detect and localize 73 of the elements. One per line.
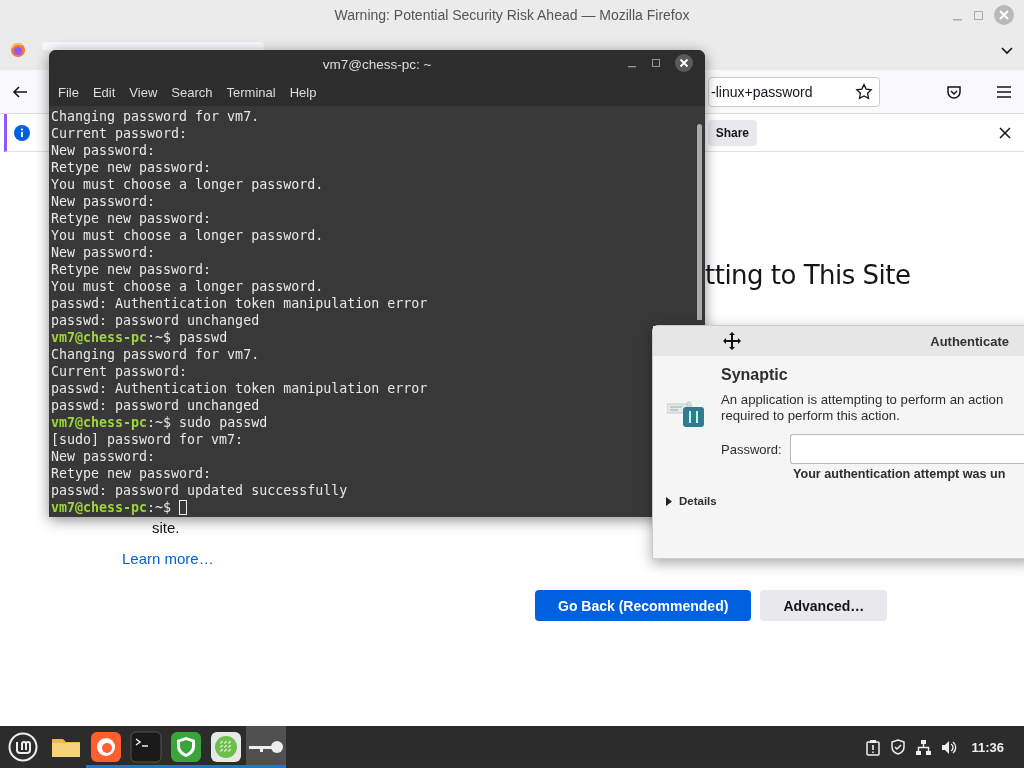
close-icon[interactable] [998, 125, 1012, 140]
terminal-line: passwd: password updated successfully [51, 482, 348, 499]
terminal-line: Changing password for vm7. [51, 346, 260, 363]
terminal-line: passwd: password unchanged [51, 397, 260, 414]
terminal-line: New password: [51, 193, 156, 210]
page-heading: tting to This Site [705, 260, 912, 290]
url-text: -linux+password [711, 83, 813, 100]
terminal-line: passwd: password unchanged [51, 312, 260, 329]
taskbar-button[interactable] [246, 726, 286, 768]
error-message: Your authentication attempt was un [793, 467, 1007, 481]
terminal-line: You must choose a longer password. [51, 278, 324, 295]
prompt-text: vm7@chess-pc [51, 499, 148, 516]
terminal-line: Retype new password: [51, 261, 212, 278]
network-icon[interactable] [915, 738, 933, 756]
dialog-title: Authenticate [930, 333, 1009, 349]
prompt-text: vm7@chess-pc [51, 414, 148, 431]
go-back-button[interactable]: Go Back (Recommended) [535, 590, 752, 621]
scrollbar-thumb[interactable] [696, 124, 702, 320]
back-arrow-icon[interactable] [12, 83, 29, 100]
learn-more-link[interactable]: Learn more… [122, 550, 214, 567]
advanced-button[interactable]: Advanced… [760, 590, 888, 621]
star-icon[interactable] [855, 83, 873, 100]
clock[interactable]: 11:36 [971, 739, 1004, 755]
terminal-line: passwd: Authentication token manipulation error [51, 295, 428, 312]
share-button[interactable]: Share [707, 119, 757, 146]
body-text: site. [152, 519, 181, 536]
start-menu-icon[interactable] [8, 732, 38, 762]
menu-item[interactable]: Terminal [219, 80, 283, 104]
firefox-icon[interactable] [10, 42, 26, 58]
app-name: Synaptic [721, 366, 789, 384]
move-icon [723, 332, 741, 350]
terminal-line: passwd: Authentication token manipulation error [51, 380, 428, 397]
terminal-line: Changing password for vm7. [51, 108, 260, 125]
terminal-line: Retype new password: [51, 159, 212, 176]
command-text: :~$ [147, 499, 173, 516]
terminal-line: Retype new password: [51, 465, 212, 482]
terminal-line: Retype new password: [51, 210, 212, 227]
window-title: vm7@chess-pc: ~ [322, 56, 432, 72]
terminal-icon [129, 730, 163, 764]
terminal-line: You must choose a longer password. [51, 227, 324, 244]
maximize-icon[interactable] [651, 58, 661, 68]
shield-icon[interactable] [890, 739, 907, 755]
close-icon[interactable] [675, 54, 693, 72]
terminal-line: [sudo] password for vm7: [51, 431, 244, 448]
terminal-line: You must choose a longer password. [51, 176, 324, 193]
key-icon [249, 741, 283, 753]
pocket-icon[interactable] [946, 83, 962, 100]
menu-item[interactable]: View [122, 80, 165, 104]
password-field[interactable] [789, 434, 1024, 464]
password-label: Password: [721, 441, 782, 457]
info-icon [14, 124, 30, 141]
terminal-line: New password: [51, 142, 156, 159]
terminal-line: Current password: [51, 363, 188, 380]
address-bar[interactable]: -linux+password [708, 76, 880, 107]
command-text: :~$ sudo passwd [147, 414, 268, 431]
terminal-line: New password: [51, 244, 156, 261]
terminal-line: Current password: [51, 125, 188, 142]
menu-item[interactable]: Edit [85, 80, 123, 104]
firefox-icon [89, 730, 123, 764]
menu-icon[interactable] [996, 83, 1012, 100]
menu-item[interactable]: File [51, 80, 86, 104]
shield-icon [169, 730, 203, 764]
chevron-down-icon[interactable] [1000, 44, 1014, 56]
dialog-message: An application is attempting to perform an action required to perform this action. [721, 392, 1005, 424]
grid-app-icon [209, 730, 243, 764]
menu-item[interactable]: Help [282, 80, 324, 104]
menu-item[interactable]: Search [164, 80, 220, 104]
terminal-line: New password: [51, 448, 156, 465]
window-title: Warning: Potential Security Risk Ahead — Mozilla Firefox [334, 7, 690, 23]
prompt-text: vm7@chess-pc [51, 329, 148, 346]
details-expander[interactable]: Details [665, 495, 717, 507]
command-text: :~$ passwd [147, 329, 228, 346]
clipboard-icon[interactable] [865, 738, 882, 756]
